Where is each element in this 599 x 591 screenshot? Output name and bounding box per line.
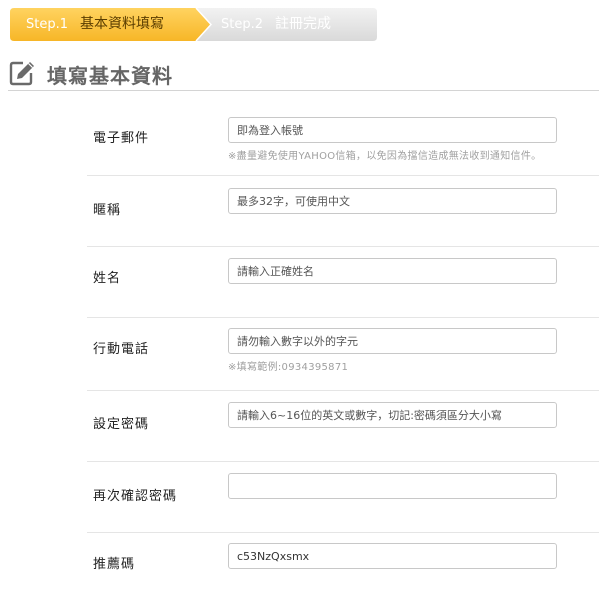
- password-confirm-row: 再次確認密碼: [87, 462, 599, 533]
- section-title: 填寫基本資料: [47, 64, 173, 88]
- password-confirm-input[interactable]: [228, 473, 557, 499]
- password-input[interactable]: [228, 402, 557, 428]
- step-2-number: Step.2: [221, 17, 264, 32]
- phone-input[interactable]: [228, 328, 557, 354]
- step-1-number: Step.1: [26, 17, 69, 32]
- email-input[interactable]: [228, 117, 557, 143]
- phone-hint: ※填寫範例:0934395871: [228, 362, 349, 373]
- nickname-row: 暱稱: [87, 176, 599, 247]
- nickname-input[interactable]: [228, 188, 557, 214]
- referral-label: 推薦碼: [93, 557, 136, 572]
- name-label: 姓名: [93, 271, 122, 286]
- phone-row: 行動電話 ※填寫範例:0934395871: [87, 318, 599, 391]
- header-divider: [8, 90, 599, 91]
- step-progress-bar: Step.1 基本資料填寫 Step.2 註冊完成: [10, 8, 377, 41]
- name-input[interactable]: [228, 258, 557, 284]
- name-row: 姓名: [87, 247, 599, 318]
- section-header: 填寫基本資料: [0, 56, 599, 91]
- password-confirm-label: 再次確認密碼: [93, 489, 178, 504]
- nickname-label: 暱稱: [93, 203, 122, 218]
- password-label: 設定密碼: [93, 417, 150, 432]
- email-row: 電子郵件 ※盡量避免使用YAHOO信箱，以免因為擋信造成無法收到通知信件。: [87, 105, 599, 176]
- phone-label: 行動電話: [93, 342, 150, 357]
- step-2-inactive: Step.2 註冊完成: [221, 8, 331, 41]
- step-1-active: Step.1 基本資料填寫: [26, 8, 164, 41]
- step-2-name: 註冊完成: [275, 16, 332, 32]
- referral-input[interactable]: [228, 543, 557, 569]
- email-hint: ※盡量避免使用YAHOO信箱，以免因為擋信造成無法收到通知信件。: [228, 151, 542, 162]
- referral-row: 推薦碼: [87, 533, 599, 591]
- email-label: 電子郵件: [93, 131, 150, 146]
- password-row: 設定密碼: [87, 391, 599, 462]
- registration-page: Step.1 基本資料填寫 Step.2 註冊完成 填寫基本資料 電子郵件 ※盡量避…: [0, 0, 599, 591]
- step-1-name: 基本資料填寫: [80, 16, 165, 32]
- pencil-edit-icon: [9, 61, 34, 86]
